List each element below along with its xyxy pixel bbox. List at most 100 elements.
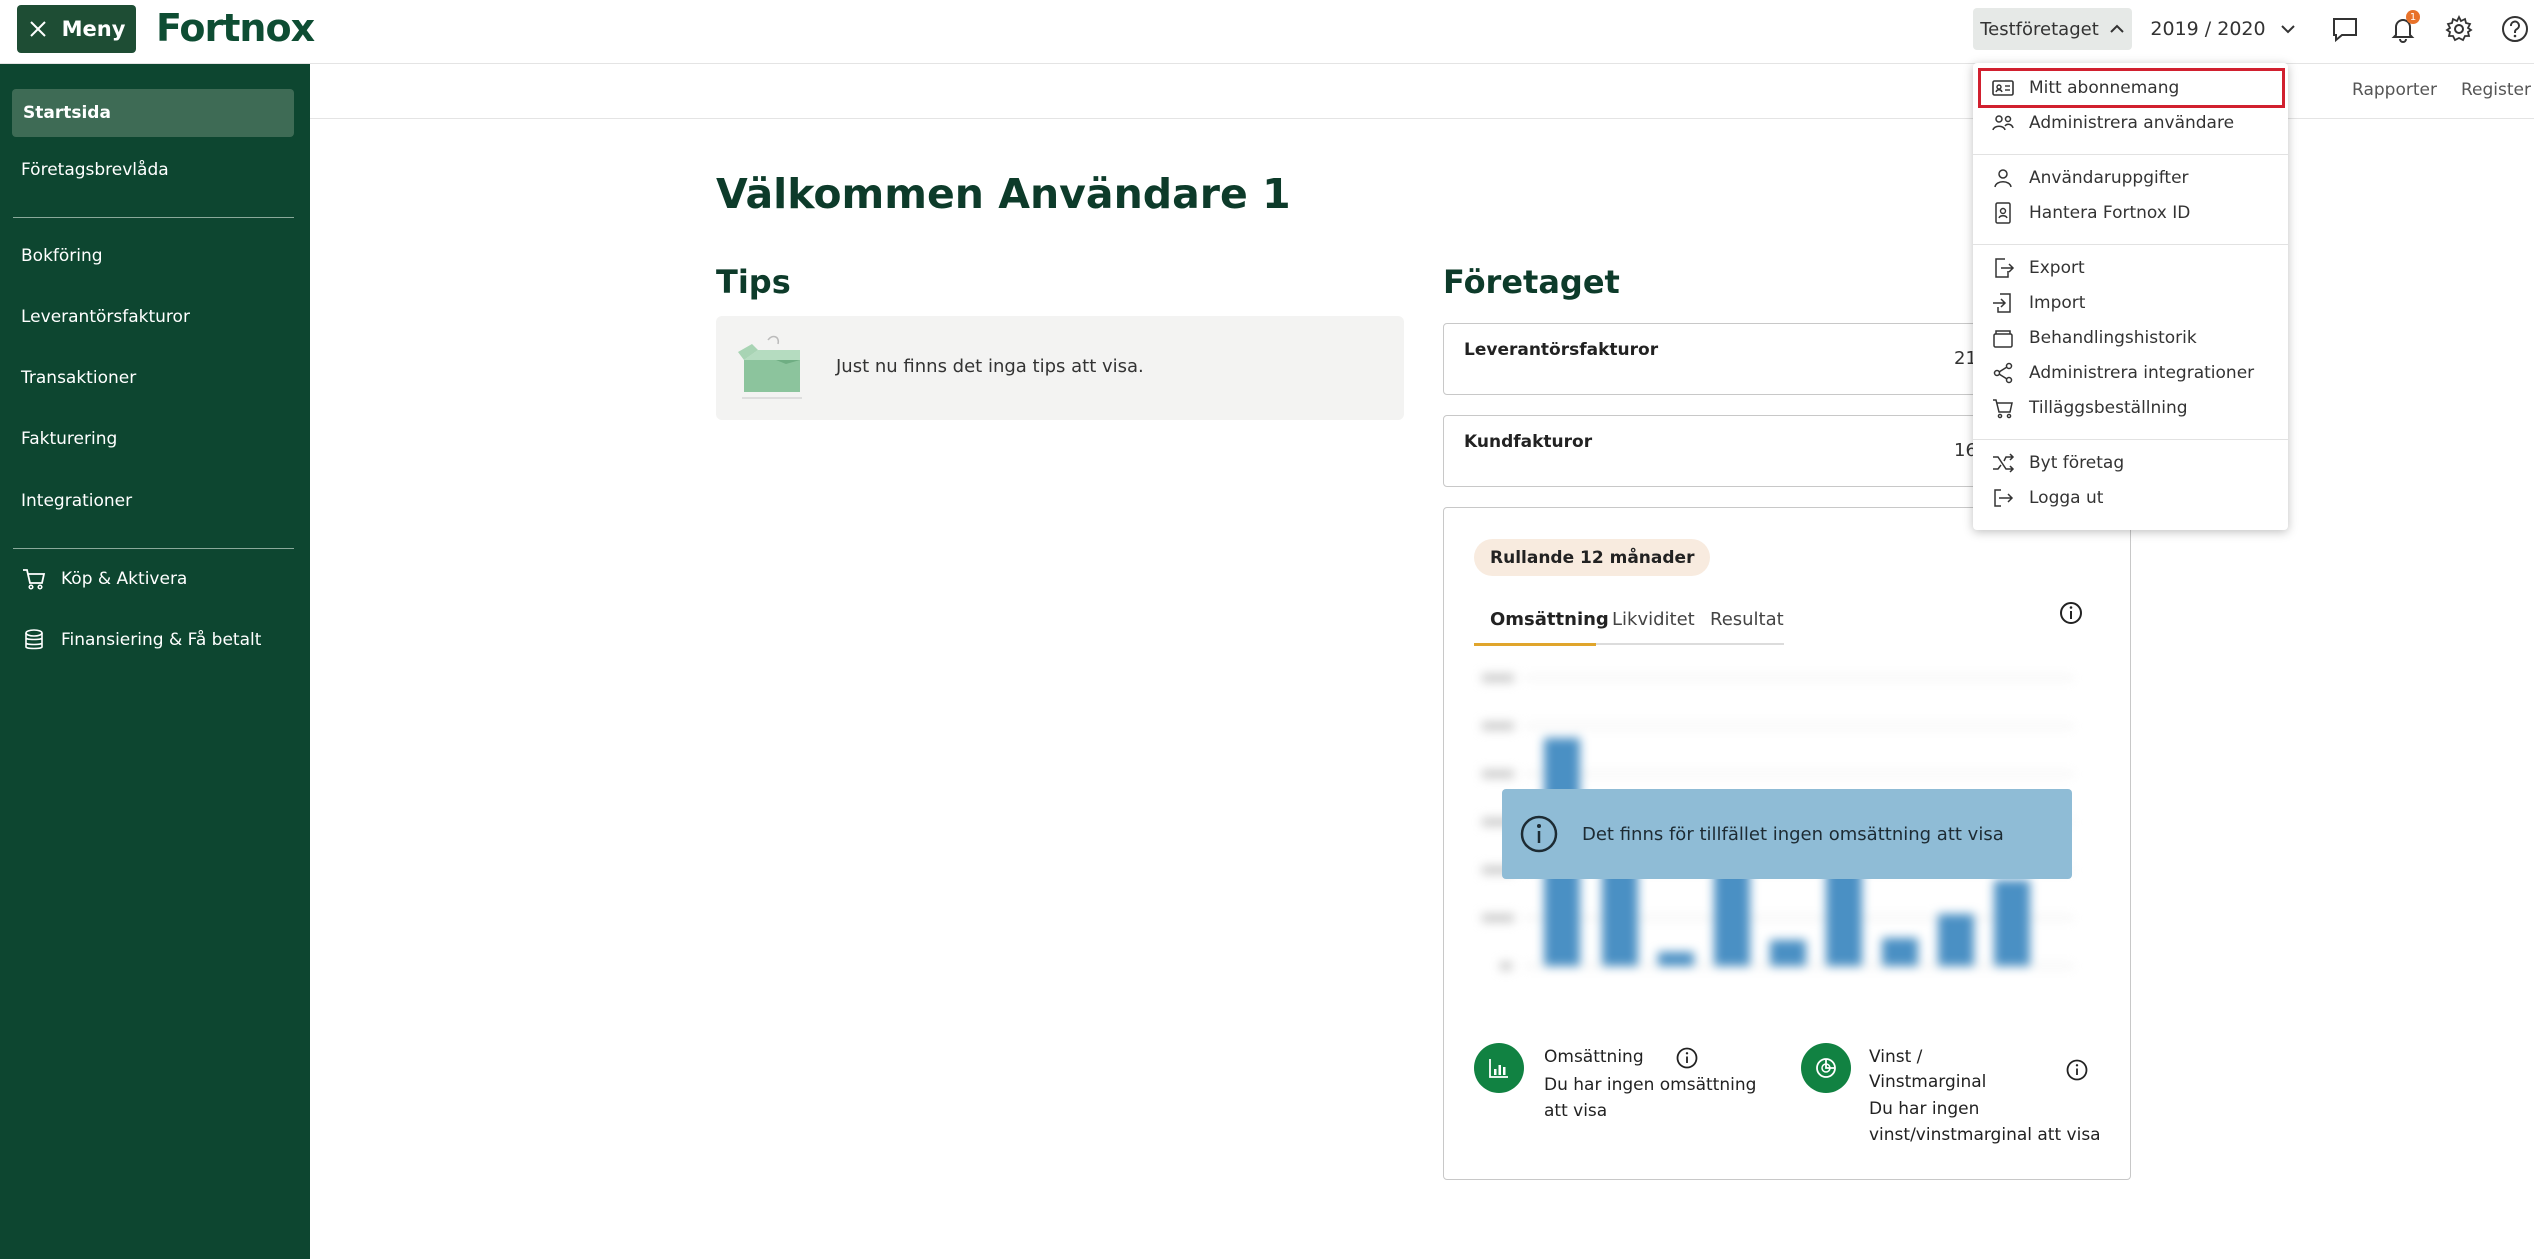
folder-icon — [1993, 330, 2013, 348]
sidebar-item-label: Köp & Aktivera — [61, 569, 188, 589]
menu-item-administrera-anvandare[interactable]: Administrera användare — [1991, 106, 2276, 140]
badge-icon — [1995, 202, 2011, 224]
tab-likviditet[interactable]: Likviditet — [1612, 609, 1695, 630]
menu-item-anvandaruppgifter[interactable]: Användaruppgifter — [1991, 161, 2276, 195]
fiscal-year-selector[interactable]: 2019 / 2020 — [2148, 8, 2298, 50]
close-icon — [29, 21, 46, 37]
menu-item-logga-ut[interactable]: Logga ut — [1991, 481, 2276, 515]
subnav-register[interactable]: Register — [2461, 80, 2531, 100]
menu-item-label: Hantera Fortnox ID — [2029, 203, 2191, 223]
sidebar-item-label: Transaktioner — [21, 368, 137, 388]
tab-resultat[interactable]: Resultat — [1710, 609, 1784, 630]
menu-item-label: Tilläggsbeställning — [2029, 398, 2188, 418]
pie-chart-icon — [1816, 1058, 1836, 1078]
menu-item-mitt-abonnemang[interactable]: Mitt abonnemang — [1991, 71, 2276, 105]
company-name: Testföretaget — [1980, 18, 2099, 40]
kpi-vinst-text: Du har ingen vinst/vinstmarginal att vis… — [1869, 1099, 2101, 1145]
menu-item-label: Behandlingshistorik — [2029, 328, 2197, 348]
subnav-rapporter[interactable]: Rapporter — [2352, 80, 2437, 100]
menu-divider — [1973, 154, 2288, 155]
menu-item-label: Administrera användare — [2029, 113, 2235, 133]
menu-item-tillaggsbestallning[interactable]: Tilläggsbeställning — [1991, 391, 2276, 425]
rolling-chart-card: Rullande 12 månader Omsättning Likvidite… — [1443, 507, 2131, 1180]
notifications-button[interactable]: 1 — [2386, 10, 2420, 46]
gear-icon — [2445, 14, 2473, 42]
notification-badge: 1 — [2406, 10, 2420, 24]
fiscal-year: 2019 / 2020 — [2150, 18, 2266, 40]
menu-divider — [1973, 244, 2288, 245]
kpi-omsattning-text: Du har ingen omsättning att visa — [1544, 1075, 1757, 1121]
kpi-vinst-badge — [1801, 1043, 1851, 1093]
help-icon — [2502, 16, 2528, 42]
sidebar-item-label: Finansiering & Få betalt — [61, 630, 262, 650]
menu-item-hantera-fortnox-id[interactable]: Hantera Fortnox ID — [1991, 196, 2276, 230]
sidebar-item-label: Bokföring — [21, 246, 103, 266]
menu-item-import[interactable]: Import — [1991, 286, 2276, 320]
menu-item-export[interactable]: Export — [1991, 251, 2276, 285]
import-icon — [1993, 293, 2011, 313]
info-icon[interactable] — [2065, 1058, 2089, 1082]
menu-divider — [1973, 439, 2288, 440]
cart-icon — [1993, 399, 2013, 419]
sidebar-item-label: Företagsbrevlåda — [21, 160, 169, 180]
sidebar-item-finansiering[interactable]: Finansiering & Få betalt — [21, 627, 261, 653]
cart-icon — [23, 569, 46, 590]
info-icon[interactable] — [1675, 1046, 1699, 1070]
info-icon — [1520, 815, 1558, 853]
empty-box-icon — [738, 335, 802, 399]
sidebar-item-startsida[interactable]: Startsida — [12, 89, 294, 137]
fortnox-logo[interactable]: Fortnox — [156, 6, 315, 50]
tab-omsattning[interactable]: Omsättning — [1490, 609, 1609, 630]
id-card-icon — [1992, 80, 2014, 96]
active-tab-indicator — [1474, 643, 1596, 646]
coins-icon — [25, 629, 43, 650]
sidebar-item-label: Fakturering — [21, 429, 118, 449]
tips-card: Just nu finns det inga tips att visa. — [716, 316, 1404, 420]
sidebar-item-integrationer[interactable]: Integrationer — [21, 491, 132, 511]
stat-label: Leverantörsfakturor — [1464, 340, 1659, 360]
menu-item-administrera-integrationer[interactable]: Administrera integrationer — [1991, 356, 2276, 390]
menu-item-label: Byt företag — [2029, 453, 2125, 473]
sidebar-item-label: Leverantörsfakturor — [21, 307, 190, 327]
sidebar-item-bokforing[interactable]: Bokföring — [21, 246, 103, 266]
sidebar-item-kop-aktivera[interactable]: Köp & Aktivera — [21, 566, 187, 592]
no-data-banner: Det finns för tillfället ingen omsättnin… — [1502, 789, 2072, 879]
users-icon — [1992, 115, 2014, 131]
settings-button[interactable] — [2442, 12, 2476, 46]
chevron-up-icon — [2110, 24, 2124, 33]
bar-chart-icon — [1489, 1059, 1508, 1078]
sidebar-item-fakturering[interactable]: Fakturering — [21, 429, 117, 449]
menu-item-byt-foretag[interactable]: Byt företag — [1991, 446, 2276, 480]
logout-icon — [1994, 489, 2014, 507]
help-button[interactable] — [2498, 12, 2532, 46]
user-icon — [1994, 169, 2012, 188]
menu-item-label: Import — [2029, 293, 2086, 313]
menu-button[interactable]: Meny — [17, 5, 136, 53]
sidebar-item-leverantorsfakturor[interactable]: Leverantörsfakturor — [21, 307, 190, 327]
no-data-text: Det finns för tillfället ingen omsättnin… — [1582, 823, 2004, 845]
tips-empty-text: Just nu finns det inga tips att visa. — [836, 356, 1144, 377]
export-icon — [1995, 258, 2015, 278]
shuffle-icon — [1993, 453, 2015, 473]
menu-item-behandlingshistorik[interactable]: Behandlingshistorik — [1991, 321, 2276, 355]
sidebar-divider — [13, 548, 294, 549]
stat-label: Kundfakturor — [1464, 432, 1593, 452]
menu-item-label: Export — [2029, 258, 2085, 278]
top-bar: Meny Fortnox Testföretaget 2019 / 2020 1 — [0, 0, 2534, 64]
company-selector[interactable]: Testföretaget — [1973, 8, 2132, 50]
chat-icon — [2333, 18, 2357, 43]
sidebar-item-label: Integrationer — [21, 491, 133, 511]
chevron-down-icon — [2280, 25, 2295, 34]
tips-heading: Tips — [716, 263, 791, 301]
menu-item-label: Logga ut — [2029, 488, 2104, 508]
company-heading: Företaget — [1443, 263, 1620, 301]
menu-item-label: Administrera integrationer — [2029, 363, 2255, 383]
sidebar-item-foretagsbrevlada[interactable]: Företagsbrevlåda — [21, 160, 169, 180]
info-icon[interactable] — [2058, 600, 2084, 626]
sidebar-divider — [13, 217, 294, 218]
menu-label: Meny — [61, 17, 126, 41]
messages-button[interactable] — [2328, 12, 2362, 46]
period-badge: Rullande 12 månader — [1474, 539, 1711, 576]
sidebar-item-transaktioner[interactable]: Transaktioner — [21, 368, 136, 388]
company-dropdown-menu: Mitt abonnemang Administrera användare A… — [1973, 63, 2288, 530]
